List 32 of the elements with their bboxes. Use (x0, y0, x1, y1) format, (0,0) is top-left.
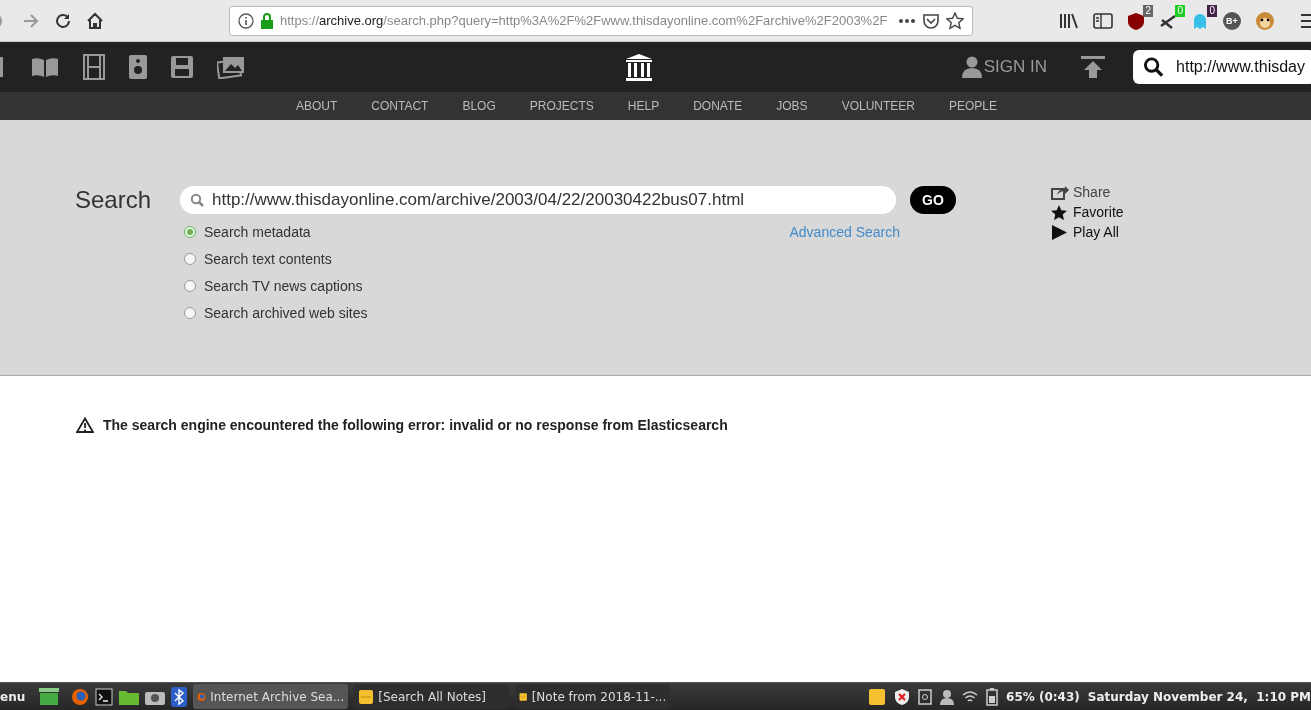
count-badge: 0 (1207, 4, 1217, 17)
sign-in-link[interactable]: SIGN IN (961, 56, 1047, 78)
taskbar-button[interactable]: [Search All Notes] (354, 684, 510, 709)
count-badge: 2 (1143, 4, 1153, 17)
nav-link[interactable]: PEOPLE (932, 99, 1014, 113)
nav-link[interactable]: ABOUT (278, 99, 355, 113)
menu-button[interactable]: enu (0, 689, 26, 704)
taskbar-button[interactable]: [Note from 2018-11-... (515, 684, 671, 709)
go-button[interactable]: GO (910, 186, 956, 214)
radio-label[interactable]: Search metadata (204, 223, 311, 240)
radio-label[interactable]: Search TV news captions (204, 277, 363, 294)
search-heading: Search (75, 186, 153, 215)
extension-icon[interactable]: B+ (1223, 11, 1241, 30)
error-message: The search engine encountered the following error: invalid or no response from Elasticsearch (103, 417, 728, 433)
count-badge: 0 (1175, 4, 1185, 17)
nav-link[interactable]: BLOG (445, 99, 513, 113)
battery-status: 65% (0:43) (1006, 689, 1080, 704)
clock[interactable]: Saturday November 24, 1:10 PM (1087, 689, 1311, 704)
search-field[interactable]: http://www.thisdayonline.com/archive/2003/04/22/20030422bus07.html (180, 186, 896, 214)
favorite-link[interactable]: Favorite (1051, 202, 1124, 222)
nav-link[interactable]: CONTACT (354, 99, 446, 113)
nav-link[interactable]: HELP (610, 99, 677, 113)
search-field[interactable]: http://www.thisday (1133, 50, 1311, 84)
taskbar-button[interactable]: Internet Archive Sea... (193, 684, 349, 709)
radio-label[interactable]: Search archived web sites (204, 304, 368, 321)
nav-link[interactable]: VOLUNTEER (824, 99, 932, 113)
nav-link[interactable]: PROJECTS (512, 99, 611, 113)
nav-link[interactable]: DONATE (676, 99, 760, 113)
radio-label[interactable]: Search text contents (204, 250, 332, 267)
nav-link[interactable]: JOBS (759, 99, 825, 113)
play-link[interactable]: Play All (1051, 222, 1124, 242)
share-link[interactable]: Share (1051, 182, 1124, 202)
